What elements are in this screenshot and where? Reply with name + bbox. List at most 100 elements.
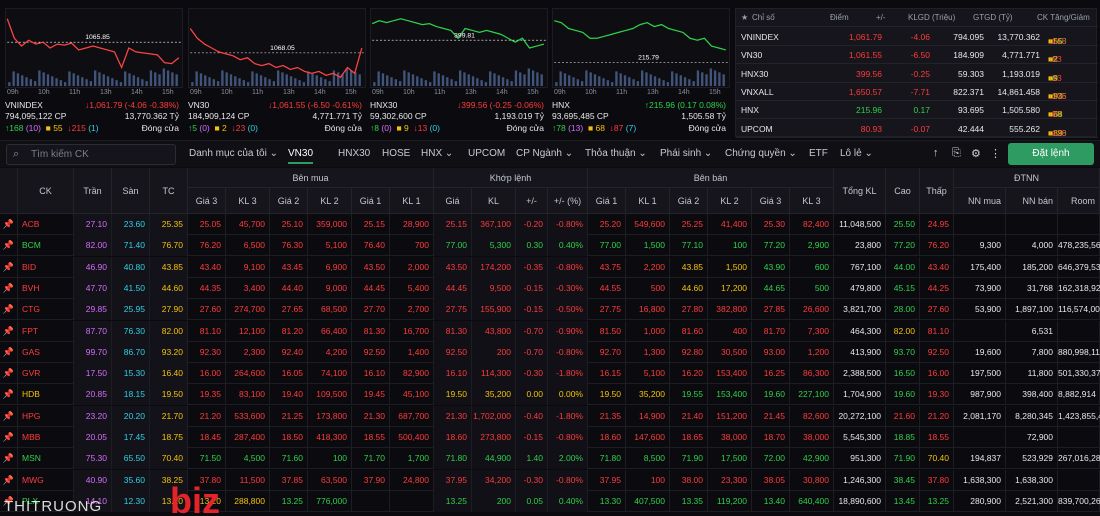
- tab-hnx30[interactable]: HNX30: [338, 148, 370, 159]
- cell-b1: 21.30: [352, 405, 390, 427]
- pin-icon[interactable]: 📌: [0, 299, 18, 321]
- volume-bar: [141, 79, 144, 87]
- pin-icon[interactable]: 📌: [0, 341, 18, 363]
- table-row[interactable]: 📌 MSN 75.30 65.50 70.40 71.50 4,500 71.60 100 71.…: [0, 448, 1100, 470]
- header-floor[interactable]: Sàn: [112, 168, 150, 214]
- table-row[interactable]: 📌 MBB 20.05 17.45 18.75 18.45 287,400 18.50 418,…: [0, 427, 1100, 448]
- tab-upcom[interactable]: UPCOM: [468, 148, 505, 159]
- cell-mk: 44,900: [472, 448, 516, 470]
- cell-room: 1,423,855,471: [1058, 405, 1100, 427]
- table-row[interactable]: 📌 MWG 40.90 35.60 38.25 37.80 11,500 37.85 63,50…: [0, 469, 1100, 491]
- header-ck[interactable]: CK: [18, 168, 74, 214]
- volume-bar: [68, 71, 71, 87]
- pin-icon[interactable]: 📌: [0, 490, 18, 512]
- volume-bar: [489, 71, 492, 87]
- header-s3: Giá 3: [752, 188, 790, 214]
- pin-icon[interactable]: 📌: [0, 320, 18, 342]
- search-input[interactable]: [31, 147, 171, 162]
- pin-icon[interactable]: 📌: [0, 277, 18, 299]
- place-order-button[interactable]: Đặt lệnh: [1008, 143, 1094, 165]
- volume-bar: [394, 79, 397, 87]
- index-row-vn30[interactable]: VN30 1,061.55 -6.50 184.909 4,771.771 ↑5 ■2 ↓…: [736, 46, 1098, 65]
- tab-hose[interactable]: HOSE: [382, 148, 410, 159]
- volume-bar: [506, 79, 509, 87]
- time-label: 15h: [162, 89, 174, 96]
- more-icon[interactable]: ⋮: [990, 147, 1001, 160]
- pin-icon[interactable]: 📌: [0, 427, 18, 448]
- mini-chart-vnindex[interactable]: 1065.85 09h 10h 11h 13h 14h 15h VNINDEX ↓1,061.7…: [5, 8, 183, 136]
- cell-s3: 18.70: [752, 427, 790, 448]
- pin-icon[interactable]: 📌: [0, 384, 18, 406]
- tab-odd-lot[interactable]: Lô lẻ ⌄: [840, 148, 873, 159]
- table-row[interactable]: 📌 FPT 87.70 76.30 82.00 81.10 12,100 81.20 66,40…: [0, 320, 1100, 342]
- mini-chart-hnx[interactable]: 215.79 09h 10h 11h 13h 14h 15h HNX ↑215.96 (0.17…: [552, 8, 730, 136]
- mini-chart-hnx30[interactable]: 399.81 09h 10h 11h 13h 14h 15h HNX30 ↓399.56 (-0…: [370, 8, 548, 136]
- cell-nnb: 175,400: [954, 256, 1006, 278]
- volume-bar: [128, 73, 131, 87]
- cell-lo: 37.80: [920, 469, 954, 491]
- export-icon[interactable]: ⎘: [952, 147, 961, 160]
- mini-chart-vn30[interactable]: 1068.05 09h 10h 11h 13h 14h 15h VN30 ↓1,061.55 (…: [188, 8, 366, 136]
- volume-bar: [12, 71, 15, 87]
- tab-my-watchlist[interactable]: Danh mục của tôi ⌄: [189, 148, 278, 159]
- tab-warrants[interactable]: Chứng quyền ⌄: [725, 148, 797, 159]
- table-row[interactable]: 📌 BCM 82.00 71.40 76.70 76.20 6,500 76.30 5,100 7…: [0, 235, 1100, 257]
- volume-bar: [713, 70, 717, 87]
- pin-icon[interactable]: 📌: [0, 405, 18, 427]
- index-row-vnindex[interactable]: VNINDEX 1,061.79 -4.06 794.095 13,770.362 ↑16…: [736, 28, 1098, 46]
- arrow-up-icon[interactable]: ↑: [933, 147, 939, 159]
- tab-etf[interactable]: ETF: [809, 148, 828, 159]
- cell-sk1: 147,600: [626, 427, 670, 448]
- index-row-upcom[interactable]: UPCOM 80.93 -0.07 42.444 555.262 ↑128 ■89 ↓13…: [736, 120, 1098, 138]
- pin-icon[interactable]: 📌: [0, 448, 18, 470]
- header-ceil[interactable]: Trần: [74, 168, 112, 214]
- pin-icon[interactable]: 📌: [0, 214, 18, 235]
- index-row-point: 215.96: [856, 105, 882, 116]
- pin-icon[interactable]: 📌: [0, 235, 18, 257]
- volume-bar: [501, 77, 505, 87]
- cell-s1: 18.60: [588, 427, 626, 448]
- header-ref[interactable]: TC: [150, 168, 188, 214]
- table-row[interactable]: 📌 CTG 29.85 25.95 27.90 27.60 274,700 27.65 68,5…: [0, 299, 1100, 321]
- table-row[interactable]: 📌 PLX 14.10 12.30 13.20 13.20 288,800 13.25 776,…: [0, 490, 1100, 512]
- tab-sector[interactable]: CP Ngành ⌄: [516, 148, 573, 159]
- index-row-vnxall[interactable]: VNXALL 1,650.57 -7.71 822.371 14,861.458 ↑175…: [736, 83, 1098, 101]
- header-group-buy: Bên mua: [188, 168, 434, 188]
- header-tot[interactable]: Tổng KL: [834, 168, 886, 214]
- table-row[interactable]: 📌 HPG 23.20 20.20 21.70 21.20 533,600 21.25 173,…: [0, 405, 1100, 427]
- volume-bar: [195, 71, 198, 87]
- volume-bar: [212, 79, 215, 87]
- tab-derivatives[interactable]: Phái sinh ⌄: [660, 148, 712, 159]
- volume-bar: [76, 75, 80, 87]
- cell-nns: 11,800: [1006, 363, 1058, 385]
- cell-tot: 20,272,100: [834, 405, 886, 427]
- table-row[interactable]: 📌 GAS 99.70 86.70 93.20 92.30 2,300 92.40 4,200 9…: [0, 341, 1100, 363]
- pin-icon[interactable]: 📌: [0, 469, 18, 491]
- cell-mp: 13.25: [434, 490, 472, 512]
- cell-nnb: 53,900: [954, 299, 1006, 321]
- cell-ceil: 17.50: [74, 363, 112, 385]
- volume-bar: [264, 77, 267, 87]
- volume-bar: [119, 82, 123, 87]
- cell-room: [1058, 469, 1100, 491]
- tab-negotiation[interactable]: Thỏa thuận ⌄: [585, 148, 647, 159]
- gear-icon[interactable]: ⚙: [971, 147, 981, 160]
- header-hi[interactable]: Cao: [886, 168, 920, 214]
- cell-b1: [352, 490, 390, 512]
- pin-icon[interactable]: 📌: [0, 363, 18, 385]
- header-nnb: NN mua: [954, 188, 1006, 214]
- table-row[interactable]: 📌 BID 46.90 40.80 43.85 43.40 9,100 43.45 6,900 4…: [0, 256, 1100, 278]
- volume-bar: [416, 76, 419, 87]
- pin-icon[interactable]: 📌: [0, 256, 18, 278]
- table-row[interactable]: 📌 ACB 27.10 23.60 25.35 25.05 45,700 25.10 359,0…: [0, 214, 1100, 235]
- table-row[interactable]: 📌 HDB 20.85 18.15 19.50 19.35 83,100 19.40 109,5…: [0, 384, 1100, 406]
- tab-vn30[interactable]: VN30: [288, 148, 314, 164]
- index-row-hnx30[interactable]: HNX30 399.56 -0.25 59.303 1,193.019 ↑8 ■9 ↓13: [736, 65, 1098, 83]
- table-row[interactable]: 📌 BVH 47.70 41.50 44.60 44.35 3,400 44.40 9,000 4…: [0, 277, 1100, 299]
- index-row-hnx[interactable]: HNX 215.96 0.17 93.695 1,505.580 ↑78 ■68 ↓87: [736, 101, 1098, 120]
- table-row[interactable]: 📌 GVR 17.50 15.30 16.40 16.00 264,600 16.05 74,1…: [0, 363, 1100, 385]
- tab-hnx[interactable]: HNX ⌄: [421, 148, 453, 159]
- cell-ref: 82.00: [150, 320, 188, 342]
- search-box[interactable]: ⌕: [6, 144, 176, 165]
- header-lo[interactable]: Thấp: [920, 168, 954, 214]
